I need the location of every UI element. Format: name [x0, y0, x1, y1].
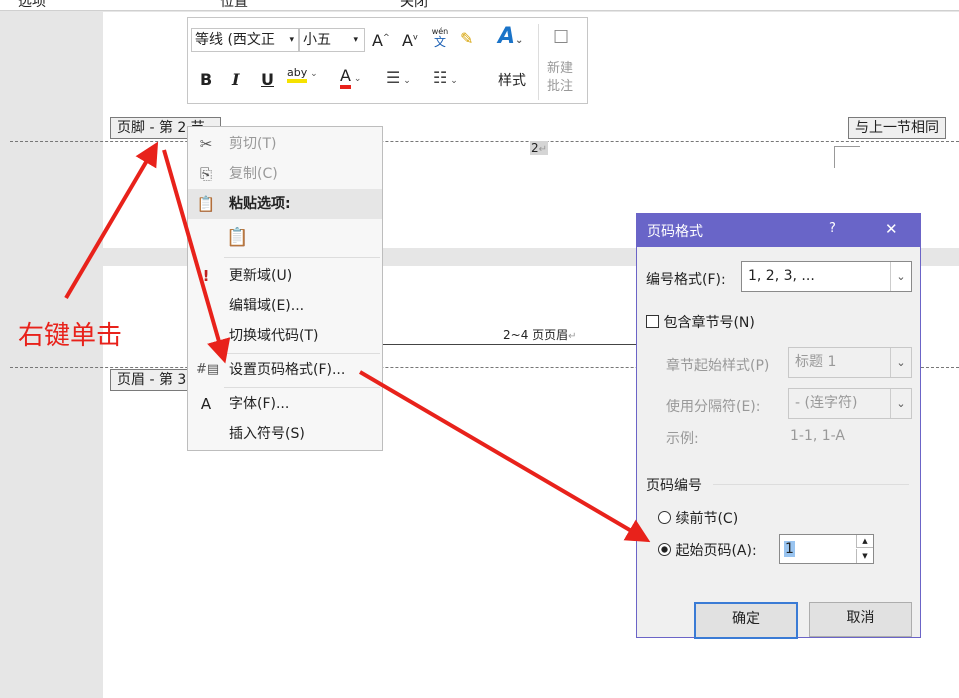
arrow-to-footer [64, 141, 159, 300]
arrow-to-menu-item [162, 149, 231, 364]
annotation-arrows [64, 141, 651, 543]
arrow-to-start-at [358, 370, 651, 543]
